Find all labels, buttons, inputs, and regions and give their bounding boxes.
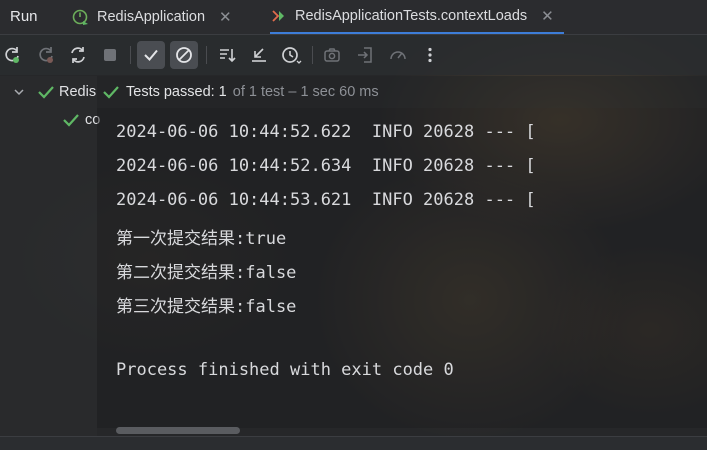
tree-item-root[interactable]: Redis: [12, 84, 96, 100]
test-run-icon: [272, 10, 284, 22]
console-output[interactable]: 2024-06-06 10:44:52.622 INFO 20628 --- […: [97, 108, 707, 428]
run-toolbar: [0, 35, 707, 75]
test-tree: Redis co: [0, 76, 100, 436]
coverage-icon: [390, 51, 406, 60]
tab-redis-application[interactable]: RedisApplication ✕: [72, 0, 232, 34]
check-icon: [103, 86, 119, 99]
show-ignored-toggle[interactable]: [170, 41, 198, 69]
rerun-button[interactable]: [0, 41, 26, 69]
console-line: 2024-06-06 10:44:53.621 INFO 20628 --- [: [116, 190, 536, 210]
screenshot-button[interactable]: [318, 41, 346, 69]
console-line: 第二次提交结果:false: [116, 263, 297, 283]
check-icon: [63, 114, 79, 127]
toggle-auto-test-icon: [71, 47, 85, 63]
status-bar: [0, 436, 707, 450]
tab-label: RedisApplication: [97, 9, 206, 25]
sort-icon: [220, 49, 236, 63]
run-tab-bar: Run RedisApplication ✕ RedisApplicationT…: [0, 0, 707, 35]
spring-app-icon: [72, 9, 88, 25]
import-icon: [358, 47, 372, 63]
rerun-icon: [5, 47, 19, 63]
console-line: 2024-06-06 10:44:52.622 INFO 20628 --- [: [116, 122, 536, 142]
tests-passed-label: Tests passed:: [126, 84, 215, 100]
tree-item-label: Redis: [59, 84, 97, 100]
more-options-button[interactable]: [416, 41, 444, 69]
tests-passed-count: 1: [218, 84, 227, 100]
stop-icon: [104, 49, 116, 61]
tab-label: RedisApplicationTests.contextLoads: [295, 8, 528, 24]
tests-detail: of 1 test – 1 sec 60 ms: [232, 84, 379, 100]
stop-button[interactable]: [96, 41, 124, 69]
sort-button[interactable]: [213, 41, 241, 69]
import-button[interactable]: [351, 41, 379, 69]
horizontal-scrollbar[interactable]: [116, 427, 240, 434]
history-button[interactable]: [277, 41, 305, 69]
console-line: 2024-06-06 10:44:52.634 INFO 20628 --- [: [116, 156, 536, 176]
collapse-icon: [252, 48, 266, 62]
show-passed-toggle[interactable]: [137, 41, 165, 69]
test-status-bar: Tests passed: 1 of 1 test – 1 sec 60 ms: [97, 76, 707, 108]
rerun-failed-button[interactable]: [32, 41, 60, 69]
console-line: Process finished with exit code 0: [116, 360, 454, 380]
screenshot-icon: [324, 48, 340, 62]
tree-item-child[interactable]: co: [62, 112, 100, 128]
collapse-button[interactable]: [245, 41, 273, 69]
history-icon: [282, 47, 302, 64]
chevron-down-icon: [14, 89, 24, 96]
check-icon: [38, 86, 54, 99]
run-tool-window-title: Run: [10, 8, 38, 25]
more-options-icon: [428, 47, 432, 63]
rerun-failed-icon: [39, 47, 53, 63]
console-line: 第三次提交结果:false: [116, 297, 297, 317]
close-icon[interactable]: ✕: [219, 8, 232, 26]
show-passed-icon: [144, 49, 158, 61]
console-line: 第一次提交结果:true: [116, 229, 287, 249]
toggle-auto-test-button[interactable]: [64, 41, 92, 69]
show-ignored-icon: [176, 47, 192, 63]
coverage-button[interactable]: [384, 41, 412, 69]
tab-redis-application-tests[interactable]: RedisApplicationTests.contextLoads ✕: [270, 0, 564, 34]
close-icon[interactable]: ✕: [541, 7, 554, 25]
